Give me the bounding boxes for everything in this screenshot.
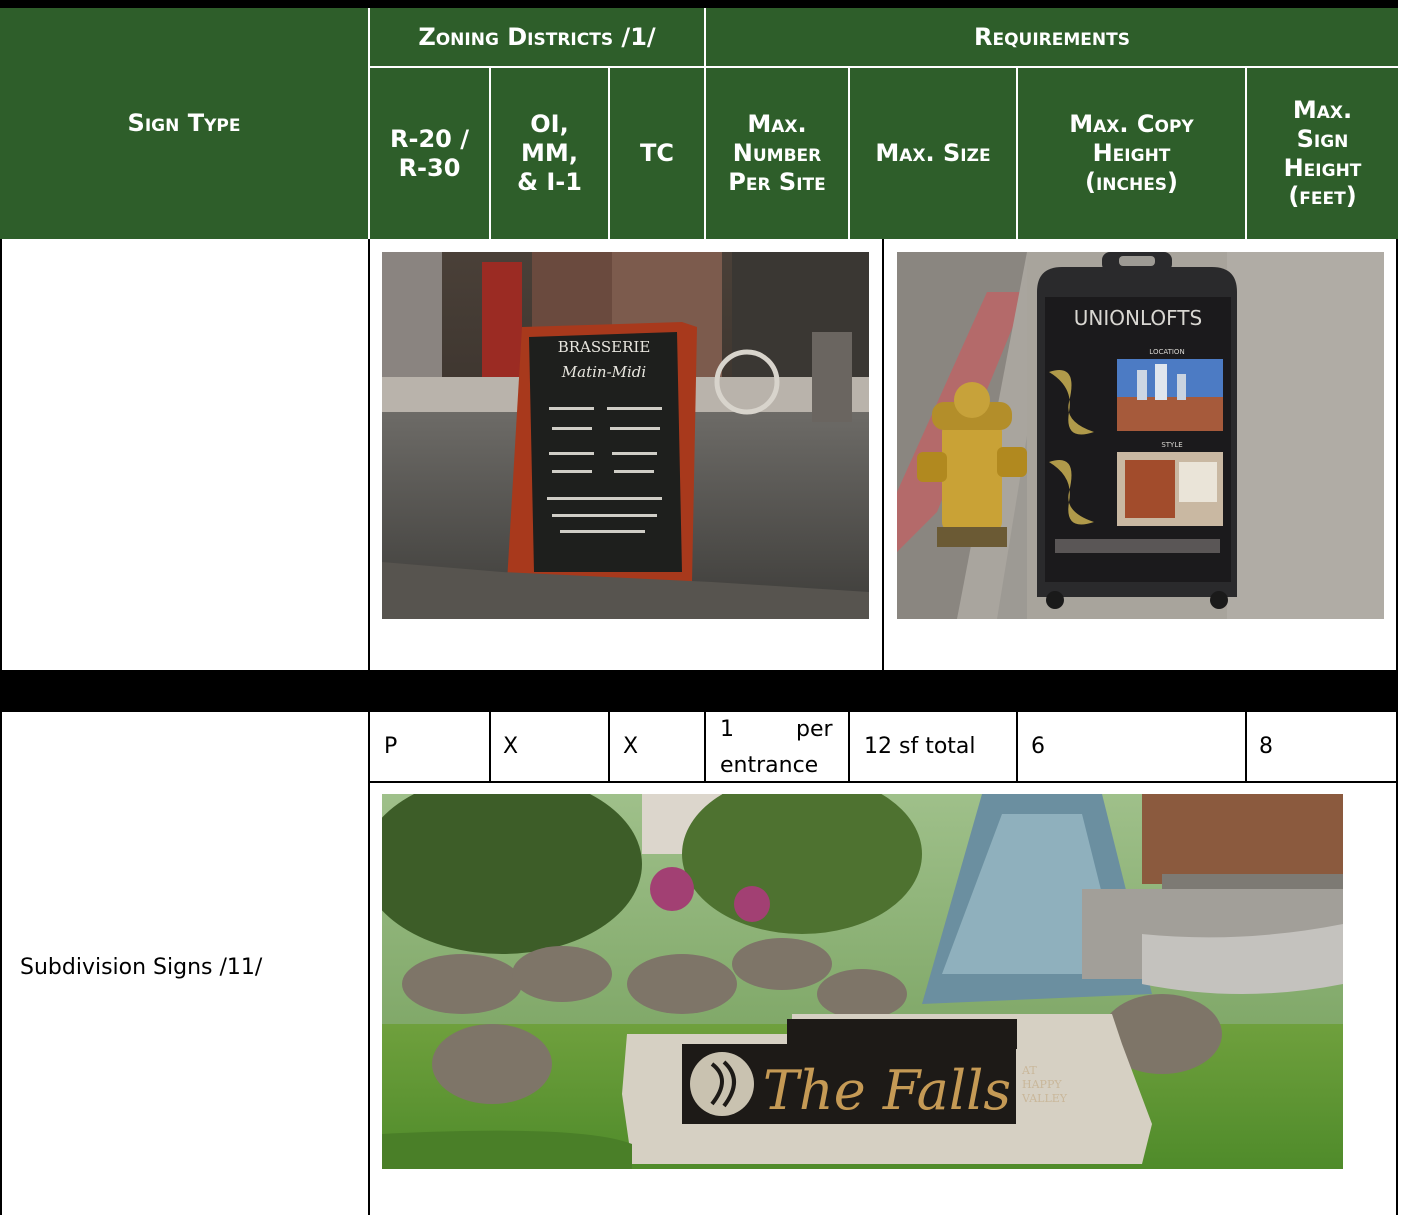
sandwich-board-photo: UNIONLOFTS LOCATION STYLE [897, 252, 1384, 619]
column-divider [368, 712, 370, 1215]
monument-sign-at: AT [1021, 1064, 1037, 1077]
monument-sign-happy: HAPPY [1022, 1078, 1062, 1091]
max-number-header: Max. Number Per Site [728, 110, 826, 196]
column-divider [1016, 712, 1018, 782]
cell-tc: X [623, 734, 639, 759]
max-size-header: Max. Size [875, 139, 991, 168]
column-divider [489, 712, 491, 782]
sandwich-board: UNIONLOFTS LOCATION STYLE [1037, 252, 1237, 609]
cell-oi-mm-i1: X [503, 734, 519, 759]
subdivision-monument-sign-photo: The Falls AT HAPPY VALLEY [382, 794, 1343, 1169]
table-border-left [0, 239, 2, 1215]
column-divider [882, 239, 884, 670]
cell-max-sign-height: 8 [1259, 734, 1273, 759]
cell-sign-type: Subdivision Signs /11/ [20, 955, 263, 980]
sandwich-title: UNIONLOFTS [1074, 306, 1202, 330]
requirements-header: Requirements [974, 22, 1130, 51]
max-sign-height-header: Max. Sign Height (feet) [1283, 95, 1362, 211]
section-separator [0, 670, 1398, 712]
max-copy-height-header: Max. Copy Height (inches) [1069, 110, 1194, 196]
oi-mm-i1-header: OI, MM, & I-1 [517, 110, 582, 196]
header-top-rule [0, 0, 1398, 8]
cell-r20-r30: P [384, 734, 398, 759]
column-divider [848, 712, 850, 782]
cell-max-copy-height: 6 [1031, 734, 1045, 759]
column-divider [608, 712, 610, 782]
cell-max-number-per: per [796, 717, 833, 742]
monument-sign-valley: VALLEY [1021, 1092, 1068, 1105]
cell-max-number-count: 1 [720, 717, 734, 742]
table-border-right [1396, 239, 1398, 1215]
sign-type-header: Sign Type [127, 109, 241, 138]
column-divider [368, 239, 370, 670]
tc-header: TC [640, 139, 674, 168]
column-divider [1245, 712, 1247, 782]
monument-sign-name: The Falls [763, 1059, 1011, 1122]
zoning-districts-header: Zoning Districts /1/ [418, 22, 656, 51]
sandwich-style-label: STYLE [1161, 441, 1182, 449]
sandwich-location-label: LOCATION [1149, 348, 1184, 356]
cell-max-number-entrance: entrance [720, 753, 819, 778]
aframe-sign-photo: BRASSERIE Matin-Midi [382, 252, 869, 619]
cell-max-size: 12 sf total [864, 734, 976, 759]
r20-r30-header: R-20 /R-30 [390, 124, 469, 182]
row-divider [370, 781, 1396, 783]
aframe-subtitle: Matin-Midi [561, 363, 647, 381]
column-divider [704, 712, 706, 782]
aframe-title: BRASSERIE [558, 338, 651, 356]
